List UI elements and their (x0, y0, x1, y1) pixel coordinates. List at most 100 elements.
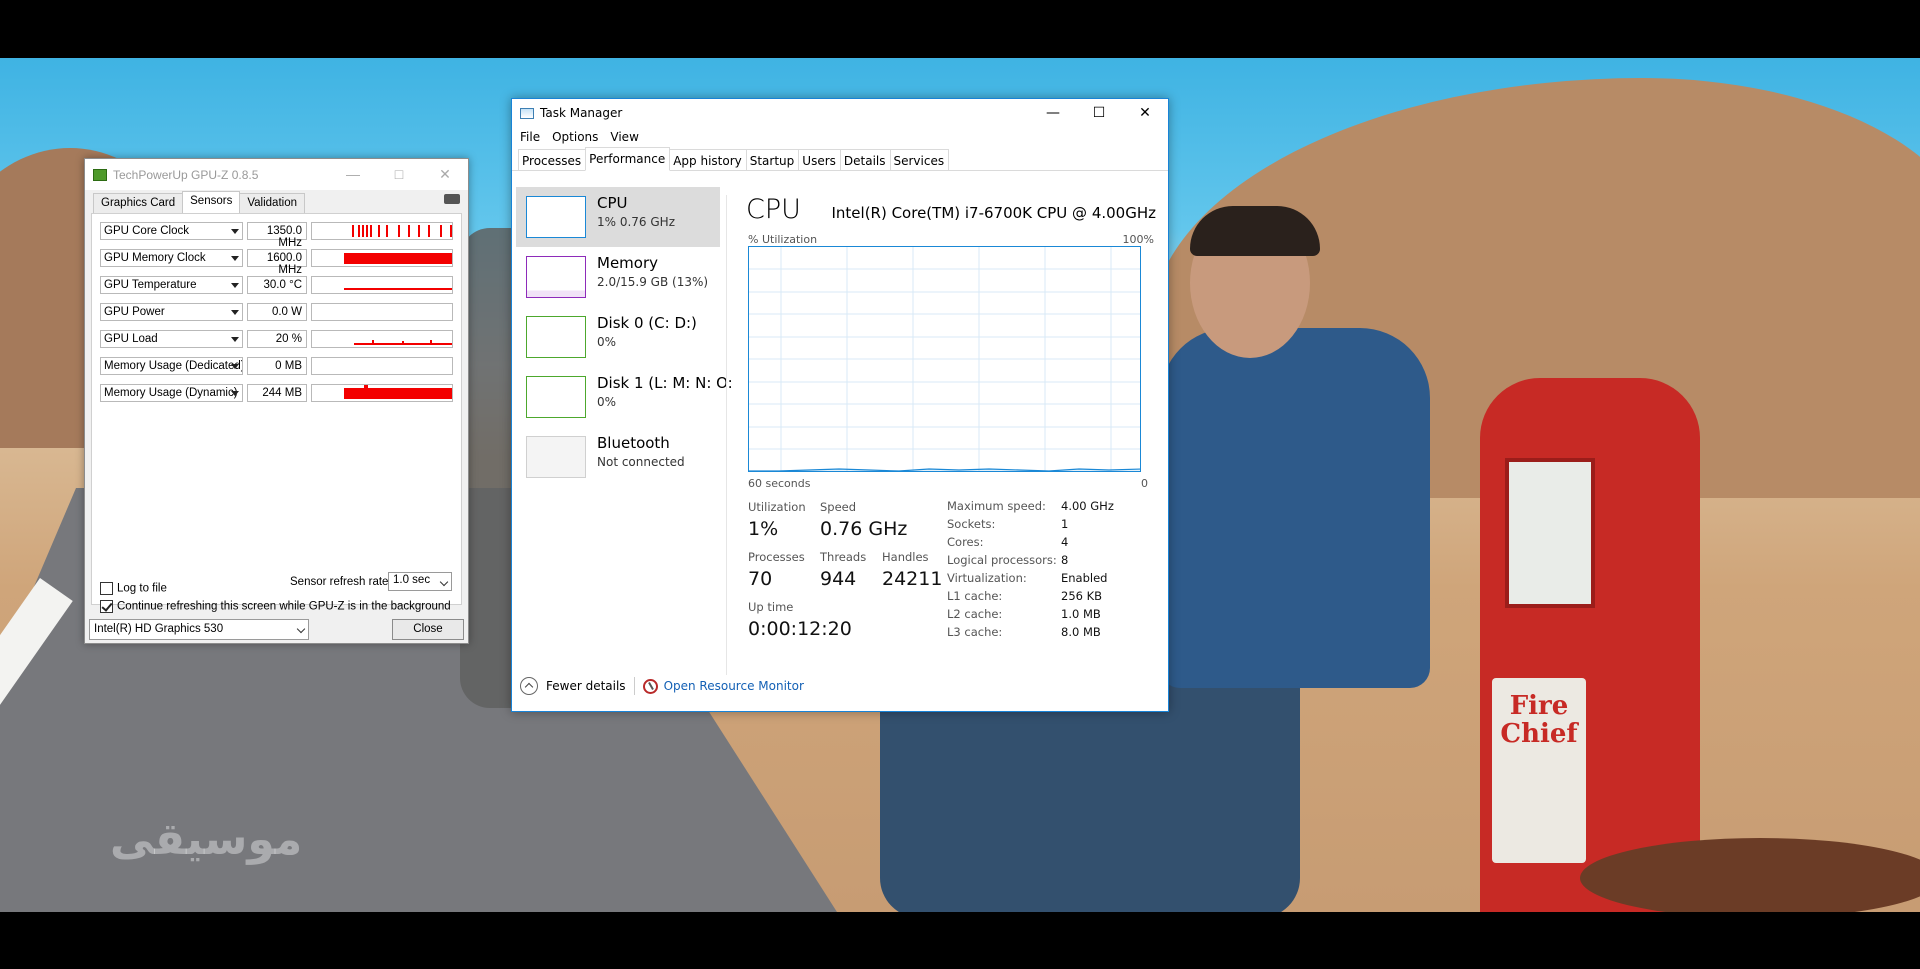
close-icon[interactable]: ✕ (422, 166, 468, 183)
uptime-value: 0:00:12:20 (748, 618, 852, 640)
stat-label: Handles (882, 550, 929, 564)
tm-title: Task Manager (540, 106, 623, 120)
gpu-select[interactable]: Intel(R) HD Graphics 530 (89, 619, 309, 640)
tab-validation[interactable]: Validation (239, 193, 305, 213)
sensor-value: 20 % (247, 330, 307, 348)
open-resource-monitor-link[interactable]: Open Resource Monitor (664, 679, 804, 693)
spec-row: Maximum speed: 4.00 GHz (947, 499, 1114, 517)
wallpaper-watermark: موسیقی (110, 814, 303, 865)
sidebar-item-detail: 0% (597, 335, 617, 349)
graph-grid (749, 247, 1140, 471)
spec-row: Logical processors: 8 (947, 553, 1114, 571)
sensor-graph (311, 330, 453, 348)
tab-services[interactable]: Services (889, 149, 950, 170)
sidebar-item-detail: 1% 0.76 GHz (597, 215, 676, 229)
log-to-file-label: Log to file (117, 582, 167, 595)
sidebar-item-detail: Not connected (597, 455, 685, 469)
spec-key: Sockets: (947, 517, 996, 531)
utilization-axis-label: % Utilization (748, 233, 818, 246)
sensor-name-dropdown[interactable]: GPU Load (100, 330, 243, 348)
chevron-up-icon[interactable] (520, 677, 538, 695)
menu-file[interactable]: File (520, 130, 540, 144)
sidebar-item-detail: 0% (597, 395, 617, 409)
utilization-value: 1% (748, 518, 779, 540)
chevron-down-icon (296, 624, 306, 634)
spec-row: Sockets: 1 (947, 517, 1114, 535)
tm-titlebar[interactable]: Task Manager — ☐ ✕ (512, 99, 1168, 127)
sensor-name: GPU Power (104, 306, 165, 318)
close-button[interactable]: Close (392, 619, 464, 640)
camera-icon[interactable] (444, 194, 460, 204)
sidebar-item-bluetooth[interactable]: Bluetooth Not connected (516, 427, 720, 487)
tab-performance[interactable]: Performance (585, 147, 671, 171)
maximize-icon[interactable]: ☐ (1076, 99, 1122, 127)
spec-value: 1.0 MB (1061, 607, 1101, 621)
disk-1-thumbnail (526, 376, 586, 418)
tab-startup[interactable]: Startup (745, 149, 800, 170)
sensor-value: 30.0 °C (247, 276, 307, 294)
menu-options[interactable]: Options (552, 130, 598, 144)
tm-window-controls: — ☐ ✕ (1030, 99, 1168, 127)
gpuz-tabs: Graphics Card Sensors Validation (93, 191, 305, 213)
gpuz-titlebar[interactable]: TechPowerUp GPU-Z 0.8.5 — □ ✕ (85, 159, 468, 190)
gpuz-window: TechPowerUp GPU-Z 0.8.5 — □ ✕ Graphics C… (84, 158, 469, 644)
wallpaper-man-hair (1190, 206, 1320, 256)
cpu-usage-line (749, 468, 1140, 471)
maximize-icon[interactable]: □ (376, 166, 422, 183)
gpuz-title: TechPowerUp GPU-Z 0.8.5 (113, 167, 259, 182)
fewer-details-link[interactable]: Fewer details (546, 679, 626, 693)
minimize-icon[interactable]: — (330, 166, 376, 183)
log-to-file-row[interactable]: Log to file (100, 582, 167, 595)
sidebar-item-memory[interactable]: Memory 2.0/15.9 GB (13%) (516, 247, 720, 307)
spec-value: 8 (1061, 553, 1069, 567)
sensor-name-dropdown[interactable]: Memory Usage (Dedicated) (100, 357, 243, 375)
sidebar-item-cpu[interactable]: CPU 1% 0.76 GHz (516, 187, 720, 247)
sensor-graph (311, 357, 453, 375)
processes-value: 70 (748, 568, 773, 590)
sidebar-item-detail: 2.0/15.9 GB (13%) (597, 275, 709, 289)
time-axis-left: 60 seconds (748, 477, 811, 490)
sensor-name-dropdown[interactable]: GPU Power (100, 303, 243, 321)
sensor-graph (311, 384, 453, 402)
sensor-row: GPU Core Clock 1350.0 MHz (100, 222, 456, 249)
spec-value: 8.0 MB (1061, 625, 1101, 639)
tab-processes[interactable]: Processes (518, 149, 587, 170)
memory-thumbnail (526, 256, 586, 298)
tab-sensors[interactable]: Sensors (182, 191, 241, 213)
tab-graphics-card[interactable]: Graphics Card (93, 193, 184, 213)
sensor-name-dropdown[interactable]: GPU Temperature (100, 276, 243, 294)
sidebar-item-label: Memory (597, 254, 659, 272)
sensor-name-dropdown[interactable]: GPU Core Clock (100, 222, 243, 240)
cpu-utilization-graph (748, 246, 1141, 472)
continue-refresh-checkbox[interactable] (100, 600, 113, 613)
spec-key: L3 cache: (947, 625, 1003, 639)
sensor-graph (311, 222, 453, 240)
sensor-name: GPU Temperature (104, 279, 197, 291)
menu-view[interactable]: View (610, 130, 638, 144)
minimize-icon[interactable]: — (1030, 99, 1076, 127)
tm-footer: Fewer details Open Resource Monitor (520, 677, 804, 695)
tab-details[interactable]: Details (839, 149, 891, 170)
sensor-name: GPU Core Clock (104, 225, 189, 237)
spec-key: L1 cache: (947, 589, 1003, 603)
refresh-rate-select[interactable]: 1.0 sec (388, 572, 452, 591)
spec-row: L2 cache: 1.0 MB (947, 607, 1114, 625)
cpu-panel: CPU Intel(R) Core(TM) i7-6700K CPU @ 4.0… (746, 187, 1156, 667)
sidebar-item-disk-1[interactable]: Disk 1 (L: M: N: O: 0% (516, 367, 733, 427)
sensor-graph (311, 249, 453, 267)
log-to-file-checkbox[interactable] (100, 582, 113, 595)
spec-value: 4 (1061, 535, 1069, 549)
close-icon[interactable]: ✕ (1122, 99, 1168, 127)
tab-app-history[interactable]: App history (669, 149, 747, 170)
tab-users[interactable]: Users (798, 149, 841, 170)
dropdown-arrow-icon (231, 229, 239, 234)
sensor-name: GPU Load (104, 333, 158, 345)
performance-sidebar: CPU 1% 0.76 GHz Memory 2.0/15.9 GB (13%)… (516, 187, 733, 657)
continue-refresh-row[interactable]: Continue refreshing this screen while GP… (100, 600, 451, 613)
sidebar-item-disk-0[interactable]: Disk 0 (C: D:) 0% (516, 307, 720, 367)
cpu-spec-table: Maximum speed: 4.00 GHz Sockets: 1 Cores: 4… (947, 499, 1114, 643)
sensor-name-dropdown[interactable]: GPU Memory Clock (100, 249, 243, 267)
dropdown-arrow-icon (231, 337, 239, 342)
stat-label: Utilization (748, 500, 806, 514)
sensor-name-dropdown[interactable]: Memory Usage (Dynamic) (100, 384, 243, 402)
